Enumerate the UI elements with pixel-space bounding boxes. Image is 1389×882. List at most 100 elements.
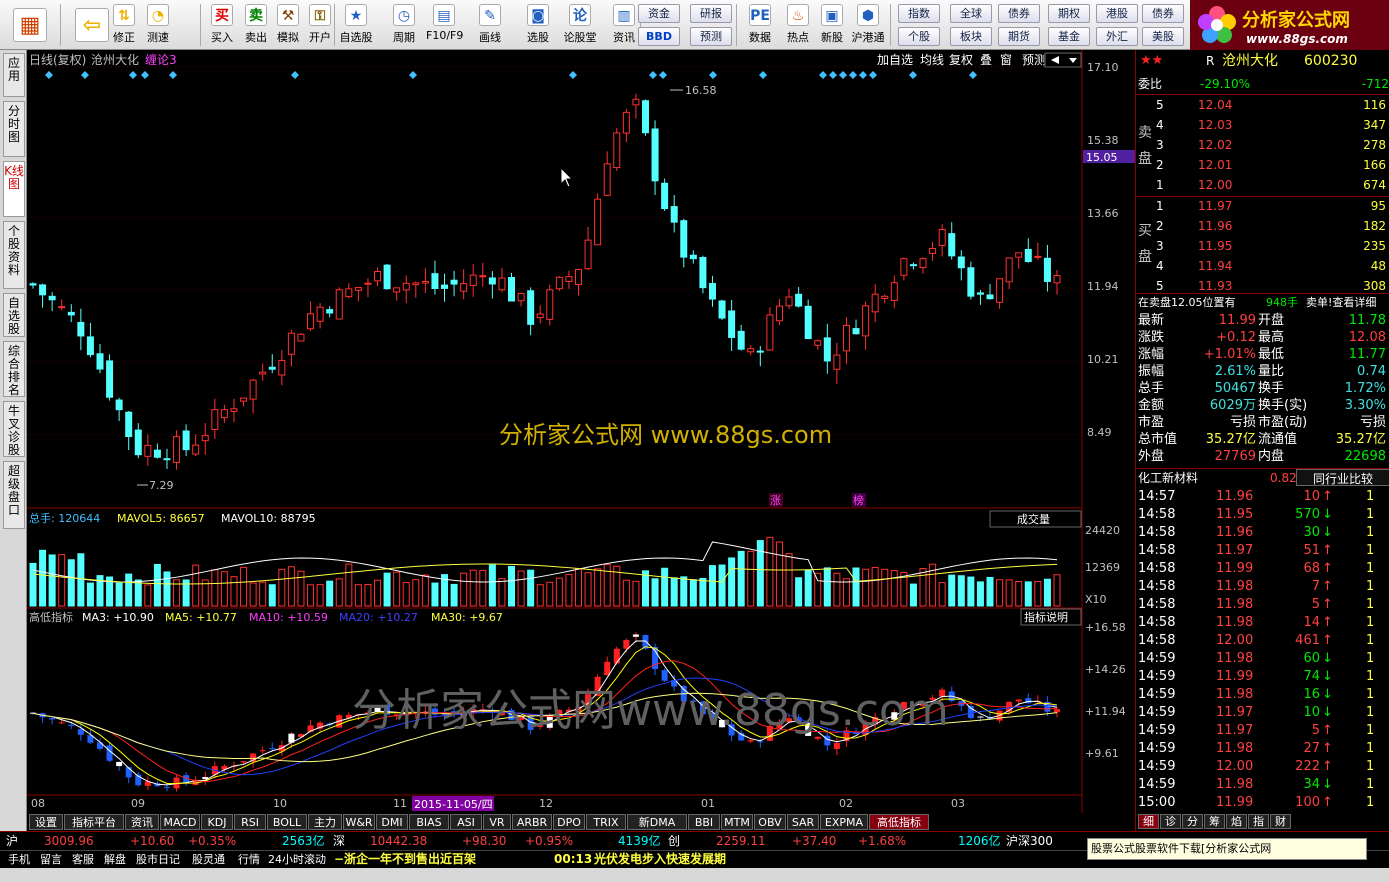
quick-button[interactable]: 基金 bbox=[1048, 27, 1090, 46]
quick-button[interactable]: 外汇 bbox=[1096, 27, 1138, 46]
fire-button[interactable]: ♨ 热点 bbox=[780, 2, 816, 48]
indicator-tab-0[interactable]: 设置 bbox=[29, 814, 63, 830]
indicator-tab-5[interactable]: RSI bbox=[234, 814, 266, 830]
side-tab-3[interactable]: 个股资料 bbox=[3, 221, 25, 289]
select-stock-button[interactable]: ◙ 选股 bbox=[520, 2, 556, 48]
indicator-tab-19[interactable]: OBV bbox=[754, 814, 786, 830]
overlay-indicator-label: 缠论3 bbox=[145, 52, 177, 67]
indicator-tab-1[interactable]: 指标平台 bbox=[64, 814, 124, 830]
quick-button[interactable]: 资金 bbox=[638, 4, 680, 23]
favorite-stars-icon[interactable]: ★★ bbox=[1140, 52, 1163, 70]
hk-connect-button[interactable]: ⬢ 沪港通 bbox=[850, 2, 886, 48]
quick-button[interactable]: 期货 bbox=[998, 27, 1040, 46]
quick-button[interactable]: BBD bbox=[638, 27, 680, 46]
indicator-tab-2[interactable]: 资讯 bbox=[125, 814, 159, 830]
period-icon: ◷ bbox=[393, 4, 415, 26]
news-link-3[interactable]: 解盘 bbox=[104, 851, 126, 868]
indicator-tab-7[interactable]: 主力 bbox=[308, 814, 342, 830]
indicator-tab-15[interactable]: TRIX bbox=[586, 814, 626, 830]
indicator-tab-18[interactable]: MTM bbox=[721, 814, 753, 830]
kline-chart-area[interactable]: 日线(复权) 沧州大化 缠论3 加自选 均线 复权叠窗预测 17.10 15.38 13.66 1… bbox=[27, 50, 1135, 813]
side-tab-6[interactable]: 牛叉诊股 bbox=[3, 401, 25, 457]
buy-button[interactable]: 买买入 bbox=[204, 2, 240, 48]
clock-button[interactable]: ◔ 测速 bbox=[140, 2, 176, 48]
side-tab-5[interactable]: 综合排名 bbox=[3, 341, 25, 397]
quote-tab-2[interactable]: 分 bbox=[1182, 814, 1203, 829]
side-tab-7[interactable]: 超级盘口 bbox=[3, 461, 25, 529]
tick-time: 15:00 bbox=[1138, 795, 1176, 810]
side-tab-0[interactable]: 应用 bbox=[3, 53, 25, 97]
indicator-tab-10[interactable]: BIAS bbox=[409, 814, 449, 830]
news-link-0[interactable]: 手机 bbox=[8, 851, 30, 868]
quick-button[interactable]: 指数 bbox=[898, 4, 940, 23]
news-button[interactable]: ▥ 资讯 bbox=[606, 2, 642, 48]
indicator-tab-3[interactable]: MACD bbox=[160, 814, 200, 830]
new-stock-button[interactable]: ▣ 新股 bbox=[814, 2, 850, 48]
quick-button[interactable]: 期权 bbox=[1048, 4, 1090, 23]
forum-button[interactable]: 论论股堂 bbox=[562, 2, 598, 48]
news-link-4[interactable]: 股市日记 bbox=[136, 851, 180, 868]
lock-button[interactable]: ⚿ 开户 bbox=[302, 2, 338, 48]
indicator-tab-16[interactable]: 新DMA bbox=[627, 814, 687, 830]
indicator-tab-4[interactable]: KDJ bbox=[201, 814, 233, 830]
sell-button[interactable]: 卖卖出 bbox=[238, 2, 274, 48]
pe-button[interactable]: PE 数据 bbox=[742, 2, 778, 48]
star-folder-button[interactable]: ★ 自选股 bbox=[338, 2, 374, 48]
tick-volume: 60 bbox=[1303, 651, 1320, 666]
volume-bar bbox=[240, 566, 248, 607]
up-down-button[interactable]: ⇅ 修正 bbox=[106, 2, 142, 48]
chart-menu-button[interactable] bbox=[1044, 52, 1082, 68]
quote-tab-1[interactable]: 诊 bbox=[1160, 814, 1181, 829]
side-tab-4[interactable]: 自选股 bbox=[3, 293, 25, 337]
kline-candle bbox=[125, 411, 133, 438]
quick-button[interactable]: 美股 bbox=[1142, 27, 1184, 46]
tick-row: 14:59 11.98 27 ↑ 1 bbox=[1136, 740, 1389, 758]
period-button[interactable]: ◷ 周期 bbox=[386, 2, 422, 48]
news-link-5[interactable]: 股灵通 bbox=[192, 851, 225, 868]
news-link-6[interactable]: 行情 bbox=[238, 851, 260, 868]
indicator-tab-9[interactable]: DMI bbox=[376, 814, 408, 830]
news-link-7[interactable]: 24小时滚动 bbox=[268, 851, 326, 868]
quote-tab-0[interactable]: 细 bbox=[1138, 814, 1159, 829]
side-tab-1[interactable]: 分时图 bbox=[3, 101, 25, 157]
quick-button[interactable]: 全球 bbox=[950, 4, 992, 23]
indicator-tab-22[interactable]: 高低指标 bbox=[869, 814, 929, 830]
tick-volume: 570 bbox=[1295, 507, 1320, 522]
hammer-button[interactable]: ⚒ 模拟 bbox=[270, 2, 306, 48]
news-headline-1[interactable]: −浙企一年不到售出近百架 bbox=[334, 851, 476, 868]
indicator-tab-21[interactable]: EXPMA bbox=[820, 814, 868, 830]
indicator-tab-20[interactable]: SAR bbox=[787, 814, 819, 830]
quick-button[interactable]: 债券 bbox=[998, 4, 1040, 23]
f10-button[interactable]: ▤ F10/F9 bbox=[426, 2, 464, 48]
quick-button[interactable]: 个股 bbox=[898, 27, 940, 46]
news-link-1[interactable]: 留言 bbox=[40, 851, 62, 868]
quick-button[interactable]: 研报 bbox=[690, 4, 732, 23]
quote-tab-3[interactable]: 筹 bbox=[1204, 814, 1225, 829]
indicator-tab-6[interactable]: BOLL bbox=[267, 814, 307, 830]
level-number: 4 bbox=[1156, 118, 1164, 132]
pen-button[interactable]: ✎ 画线 bbox=[472, 2, 508, 48]
quote-tab-4[interactable]: 焰 bbox=[1226, 814, 1247, 829]
indicator-tab-11[interactable]: ASI bbox=[450, 814, 482, 830]
grid-button[interactable]: ▦ bbox=[4, 2, 56, 48]
tick-volume: 51 bbox=[1303, 543, 1320, 558]
side-tab-2[interactable]: K线图 bbox=[3, 161, 25, 217]
indicator-candle bbox=[49, 718, 56, 720]
indicator-tab-12[interactable]: VR bbox=[483, 814, 511, 830]
indicator-tab-13[interactable]: ARBR bbox=[512, 814, 552, 830]
indicator-tab-8[interactable]: W&R bbox=[343, 814, 375, 830]
news-link-2[interactable]: 客服 bbox=[72, 851, 94, 868]
indicator-tab-17[interactable]: BBI bbox=[688, 814, 720, 830]
quick-button[interactable]: 港股 bbox=[1096, 4, 1138, 23]
quick-button[interactable]: 板块 bbox=[950, 27, 992, 46]
news-headline-2[interactable]: 光伏发电步入快速发展期 bbox=[594, 851, 726, 868]
quote-tab-6[interactable]: 财 bbox=[1270, 814, 1291, 829]
toolbar-label: F10/F9 bbox=[426, 29, 464, 42]
industry-compare-button[interactable]: 同行业比较 bbox=[1296, 469, 1389, 486]
quote-tab-5[interactable]: 指 bbox=[1248, 814, 1269, 829]
quick-button[interactable]: 预测 bbox=[690, 27, 732, 46]
volume-bar bbox=[976, 581, 984, 607]
quick-button[interactable]: 债券 bbox=[1142, 4, 1184, 23]
indicator-tab-14[interactable]: DPO bbox=[553, 814, 585, 830]
level-number: 2 bbox=[1156, 158, 1164, 172]
